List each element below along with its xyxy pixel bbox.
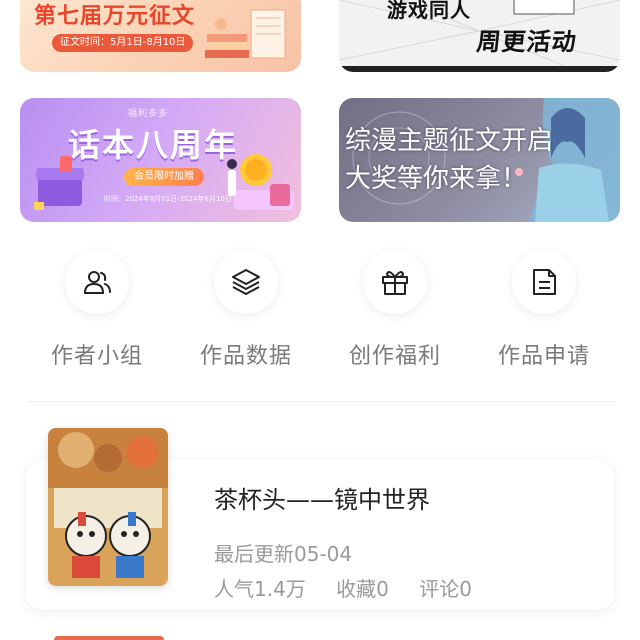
shortcut-author-group[interactable]: 作者小组 (22, 250, 172, 370)
banner-pill: 会员限时加赠 (124, 168, 204, 186)
anniversary-banner[interactable]: 福利多多 话本八周年 会员限时加赠 时间：2024年8月01日-2024年8月1… (20, 98, 301, 222)
banner-date: 征文时间：5月1日-8月10日 (52, 34, 194, 52)
banner-title: 游戏同人 (387, 0, 471, 22)
work-stats: 人气1.4万 收藏0 评论0 (214, 573, 496, 602)
shortcut-work-data[interactable]: 作品数据 (171, 250, 321, 370)
banner-subtitle: 周更活动 (475, 28, 579, 56)
banner-title: 话本八周年 (68, 126, 239, 164)
work-last-updated: 最后更新05-04 (214, 542, 353, 566)
banner-tag: 福利多多 (128, 109, 169, 119)
layers-icon (232, 269, 260, 295)
work-cover-image[interactable] (48, 428, 168, 586)
next-item-peek (54, 636, 164, 640)
shortcut-creator-benefits[interactable]: 创作福利 (320, 250, 470, 370)
cover-illustration (48, 428, 168, 586)
document-icon (533, 269, 556, 295)
work-title[interactable]: 茶杯头——镜中世界 (214, 480, 430, 515)
banner-time: 时间：2024年8月01日-2024年8月10日 (104, 195, 232, 203)
work-comments: 评论0 (419, 577, 472, 601)
work-favorites: 收藏0 (336, 577, 389, 601)
fanfic-banner[interactable]: 游戏同人 周更活动 (339, 0, 620, 72)
work-popularity: 人气1.4万 (214, 577, 306, 601)
anime-contest-banner[interactable]: 综漫主题征文开启 大奖等你来拿！ (339, 98, 620, 222)
shortcut-label: 作品数据 (199, 344, 292, 369)
users-icon (83, 271, 111, 294)
gift-icon (382, 271, 408, 295)
banner-title: 第七届万元征文 (34, 4, 196, 29)
banner-title: 综漫主题征文开启 (345, 126, 554, 156)
shortcut-label: 创作福利 (348, 344, 441, 369)
contest-banner[interactable]: 第七届万元征文 征文时间：5月1日-8月10日 (20, 0, 301, 72)
books-illustration (205, 9, 286, 59)
shortcut-work-application[interactable]: 作品申请 (469, 250, 619, 370)
shortcut-label: 作者小组 (50, 344, 143, 369)
banner-subtitle: 大奖等你来拿！ (345, 164, 528, 194)
shortcut-label: 作品申请 (497, 344, 590, 369)
section-divider (28, 401, 616, 402)
